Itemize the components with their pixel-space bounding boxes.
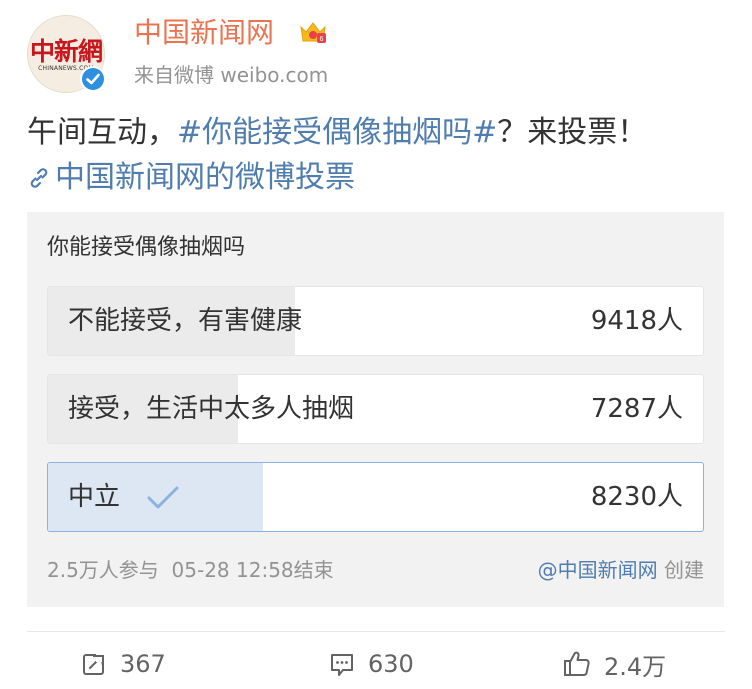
vote-link-text: 中国新闻网的微博投票 <box>55 160 355 195</box>
repost-icon <box>83 652 106 675</box>
svg-text:6: 6 <box>320 36 324 43</box>
vote-option-2-count: 7287人 <box>590 394 683 424</box>
crown-icon[interactable]: 6 <box>298 19 328 45</box>
vote-creator-link[interactable]: @中国新闻网 <box>538 558 658 582</box>
topic-link[interactable]: #你能接受偶像抽烟吗# <box>177 115 497 150</box>
comment-button[interactable]: 630 <box>328 644 414 684</box>
post-text-prefix: 午间互动， <box>27 115 177 150</box>
vote-creator: @中国新闻网 创建 <box>538 556 704 584</box>
like-button[interactable]: 2.4万 <box>562 644 666 684</box>
vote-option-1[interactable]: 不能接受，有害健康 9418人 <box>47 286 704 356</box>
vote-option-3-count: 8230人 <box>590 482 683 512</box>
vote-option-2-label: 接受，生活中太多人抽烟 <box>68 394 355 424</box>
repost-count: 367 <box>120 650 166 678</box>
vote-option-1-count: 9418人 <box>590 306 683 336</box>
vote-end-time: 05-28 12:58结束 <box>171 558 334 582</box>
vote-option-1-label: 不能接受，有害健康 <box>68 306 303 336</box>
link-icon <box>27 159 51 203</box>
post-source: 来自微博 weibo.com <box>134 63 329 87</box>
checkmark-icon <box>146 485 180 515</box>
verified-check-icon <box>80 66 106 92</box>
author-name[interactable]: 中国新闻网 <box>134 13 274 53</box>
vote-option-3[interactable]: 中立 8230人 <box>47 462 704 532</box>
vote-title: 你能接受偶像抽烟吗 <box>47 235 246 260</box>
repost-button[interactable]: 367 <box>80 644 166 684</box>
post-text: 午间互动，#你能接受偶像抽烟吗#？来投票！ <box>27 110 737 156</box>
like-count: 2.4万 <box>604 652 667 681</box>
vote-card: 你能接受偶像抽烟吗 不能接受，有害健康 9418人 接受，生活中太多人抽烟 72… <box>27 212 724 607</box>
comment-icon <box>331 654 353 676</box>
avatar-logo-text: 中新網 <box>29 37 103 66</box>
post-text-suffix: ？来投票！ <box>497 115 648 150</box>
vote-participants: 2.5万人参与 <box>47 558 159 582</box>
vote-option-3-label: 中立 <box>68 482 121 512</box>
vote-link[interactable]: 中国新闻网的微博投票 <box>27 156 355 203</box>
comment-count: 630 <box>368 650 414 678</box>
vote-creator-suffix: 创建 <box>657 558 704 582</box>
vote-option-2[interactable]: 接受，生活中太多人抽烟 7287人 <box>47 374 704 444</box>
divider <box>27 631 725 632</box>
vote-meta: 2.5万人参与 05-28 12:58结束 <box>47 556 334 584</box>
thumbs-up-icon <box>564 651 590 676</box>
